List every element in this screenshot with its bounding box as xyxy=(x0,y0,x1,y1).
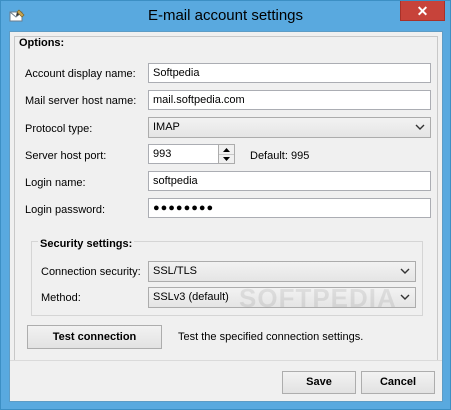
server-host-port-field[interactable]: 993 xyxy=(148,144,220,164)
login-name-label: Login name: xyxy=(25,177,86,189)
save-button[interactable]: Save xyxy=(282,371,356,394)
window-title: E-mail account settings xyxy=(147,7,304,24)
server-host-port-label: Server host port: xyxy=(25,150,107,162)
chevron-down-icon xyxy=(415,122,425,132)
security-settings-group: Security settings: Connection security: … xyxy=(31,238,423,316)
options-group: Options: Account display name: Softpedia… xyxy=(14,36,438,393)
method-label: Method: xyxy=(41,292,81,304)
account-display-name-label: Account display name: xyxy=(25,68,136,80)
account-display-name-field[interactable]: Softpedia xyxy=(148,63,431,83)
spin-down-icon[interactable] xyxy=(219,154,234,163)
login-name-field[interactable]: softpedia xyxy=(148,171,431,191)
mail-server-host-name-field[interactable]: mail.softpedia.com xyxy=(148,90,431,110)
close-button[interactable]: ✕ xyxy=(400,1,445,21)
close-icon: ✕ xyxy=(416,2,429,19)
server-host-port-spinner[interactable] xyxy=(218,144,235,164)
connection-security-value: SSL/TLS xyxy=(153,265,198,277)
protocol-type-select[interactable]: IMAP xyxy=(148,117,431,138)
protocol-type-label: Protocol type: xyxy=(25,123,93,135)
login-password-field[interactable]: ●●●●●●●● xyxy=(148,198,431,218)
security-settings-title: Security settings: xyxy=(38,238,135,250)
client-area: Options: Account display name: Softpedia… xyxy=(9,31,443,402)
mail-server-host-name-label: Mail server host name: xyxy=(25,95,137,107)
chevron-down-icon xyxy=(400,292,410,302)
connection-security-select[interactable]: SSL/TLS xyxy=(148,261,416,282)
login-password-label: Login password: xyxy=(25,204,106,216)
method-select[interactable]: SSLv3 (default) xyxy=(148,287,416,308)
protocol-type-value: IMAP xyxy=(153,121,180,133)
options-group-title: Options: xyxy=(19,37,65,49)
method-value: SSLv3 (default) xyxy=(153,291,229,303)
footer-bar: Save Cancel xyxy=(10,361,442,401)
cancel-button[interactable]: Cancel xyxy=(361,371,435,394)
connection-security-label: Connection security: xyxy=(41,266,141,278)
title-bar[interactable]: E-mail account settings ✕ xyxy=(1,1,450,32)
chevron-down-icon xyxy=(400,266,410,276)
test-connection-description: Test the specified connection settings. xyxy=(178,331,364,343)
dialog-window: E-mail account settings ✕ Options: Accou… xyxy=(0,0,451,410)
test-connection-button[interactable]: Test connection xyxy=(27,325,162,349)
default-port-text: Default: 995 xyxy=(250,150,310,162)
